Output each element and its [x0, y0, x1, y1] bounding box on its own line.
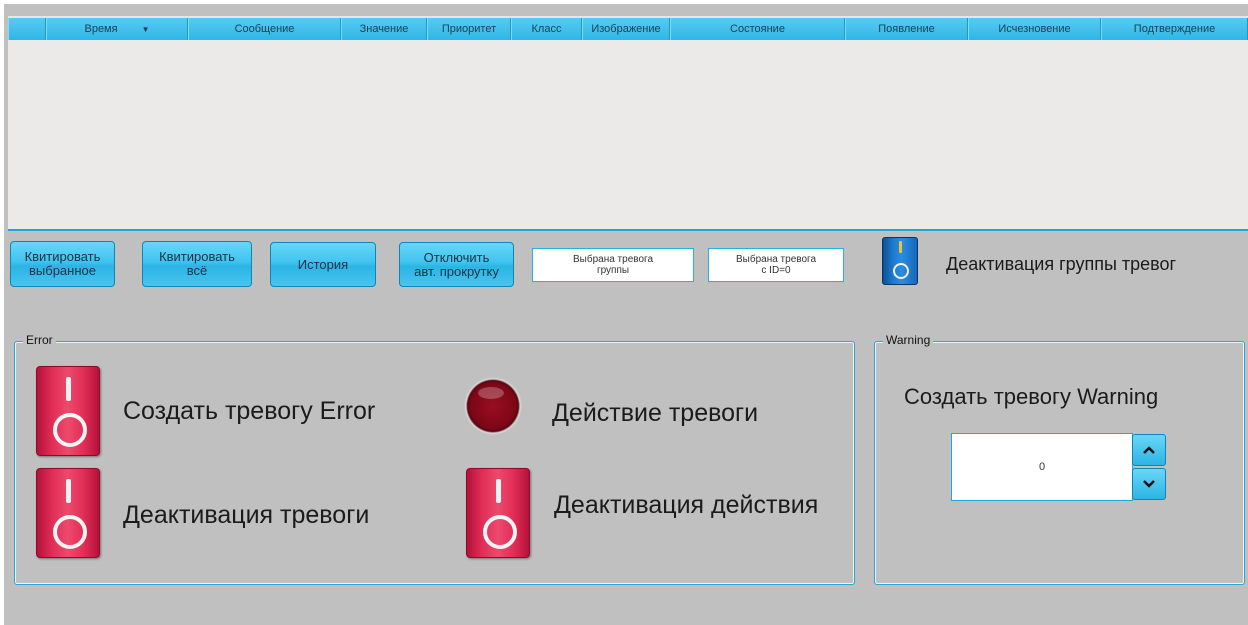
disable-autoscroll-button[interactable]: Отключить авт. прокрутку — [399, 242, 514, 287]
column-header-class[interactable]: Класс — [511, 18, 582, 40]
error-panel: Error — [14, 333, 855, 585]
switch-bar-icon — [66, 479, 71, 503]
column-header-image[interactable]: Изображение — [582, 18, 670, 40]
chevron-down-icon — [1143, 480, 1155, 488]
selected-group-alarm-line2: группы — [596, 265, 630, 276]
selected-alarm-id-line1: Выбрана тревога — [735, 254, 817, 265]
ack-selected-line1: Квитировать — [24, 249, 101, 264]
selected-alarm-id-box: Выбрана тревога с ID=0 — [708, 248, 844, 282]
switch-ring-icon — [483, 515, 517, 549]
deactivate-action-label: Деактивация действия — [554, 491, 819, 519]
alarm-action-label: Действие тревоги — [552, 399, 759, 427]
table-header-row: Время ▼ Сообщение Значение Приоритет Кла… — [8, 16, 1248, 40]
history-label: История — [297, 256, 349, 272]
selected-group-alarm-line1: Выбрана тревога — [572, 254, 654, 265]
alarm-table[interactable]: Время ▼ Сообщение Значение Приоритет Кла… — [8, 16, 1248, 231]
group-deactivation-label: Деактивация группы тревог — [946, 254, 1177, 274]
column-header-value[interactable]: Значение — [341, 18, 427, 40]
selected-alarm-id-line2: с ID=0 — [761, 265, 791, 276]
history-button[interactable]: История — [270, 242, 376, 287]
column-header-indicator[interactable] — [8, 18, 46, 40]
switch-bar-icon — [496, 479, 501, 503]
group-deactivation-switch[interactable] — [882, 237, 918, 285]
ack-selected-line2: выбранное — [29, 263, 96, 278]
selected-group-alarm-box: Выбрана тревога группы — [532, 248, 694, 282]
decrement-button[interactable] — [1132, 468, 1166, 500]
switch-bar-icon — [899, 241, 902, 253]
column-header-time-label: Время — [84, 23, 118, 35]
disable-autoscroll-line2: авт. прокрутку — [414, 263, 499, 279]
increment-button[interactable] — [1132, 434, 1166, 466]
ack-all-line2: всё — [186, 263, 208, 278]
alarm-action-lamp-icon — [464, 377, 522, 435]
column-header-confirmation[interactable]: Подтверждение — [1101, 18, 1248, 40]
warning-value: 0 — [1038, 461, 1046, 473]
deactivate-action-switch[interactable] — [466, 468, 530, 558]
lamp-gloss — [478, 387, 504, 399]
deactivate-alarm-switch[interactable] — [36, 468, 100, 558]
switch-ring-icon — [53, 413, 87, 447]
switch-bar-icon — [66, 377, 71, 401]
create-error-label: Создать тревогу Error — [123, 397, 376, 425]
disable-autoscroll-line1: Отключить — [423, 249, 490, 265]
error-panel-title: Error — [23, 333, 56, 347]
column-header-state[interactable]: Состояние — [670, 18, 845, 40]
chevron-down-icon[interactable]: ▼ — [142, 25, 150, 34]
alarm-screen: Время ▼ Сообщение Значение Приоритет Кла… — [4, 4, 1248, 625]
ack-all-line1: Квитировать — [159, 249, 235, 264]
switch-ring-icon — [53, 515, 87, 549]
column-header-message[interactable]: Сообщение — [188, 18, 341, 40]
create-warning-label: Создать тревогу Warning — [904, 384, 1159, 409]
ack-selected-button[interactable]: Квитировать выбранное — [10, 241, 115, 287]
column-header-priority[interactable]: Приоритет — [427, 18, 511, 40]
column-header-appearance[interactable]: Появление — [845, 18, 968, 40]
switch-ring-icon — [893, 263, 909, 279]
deactivate-alarm-label: Деактивация тревоги — [123, 501, 370, 529]
warning-value-field[interactable]: 0 — [951, 433, 1133, 501]
ack-all-button[interactable]: Квитировать всё — [142, 241, 252, 287]
column-header-time[interactable]: Время ▼ — [46, 18, 188, 40]
column-header-disappearance[interactable]: Исчезновение — [968, 18, 1101, 40]
create-error-switch[interactable] — [36, 366, 100, 456]
warning-panel-title: Warning — [883, 333, 934, 347]
chevron-up-icon — [1143, 446, 1155, 454]
